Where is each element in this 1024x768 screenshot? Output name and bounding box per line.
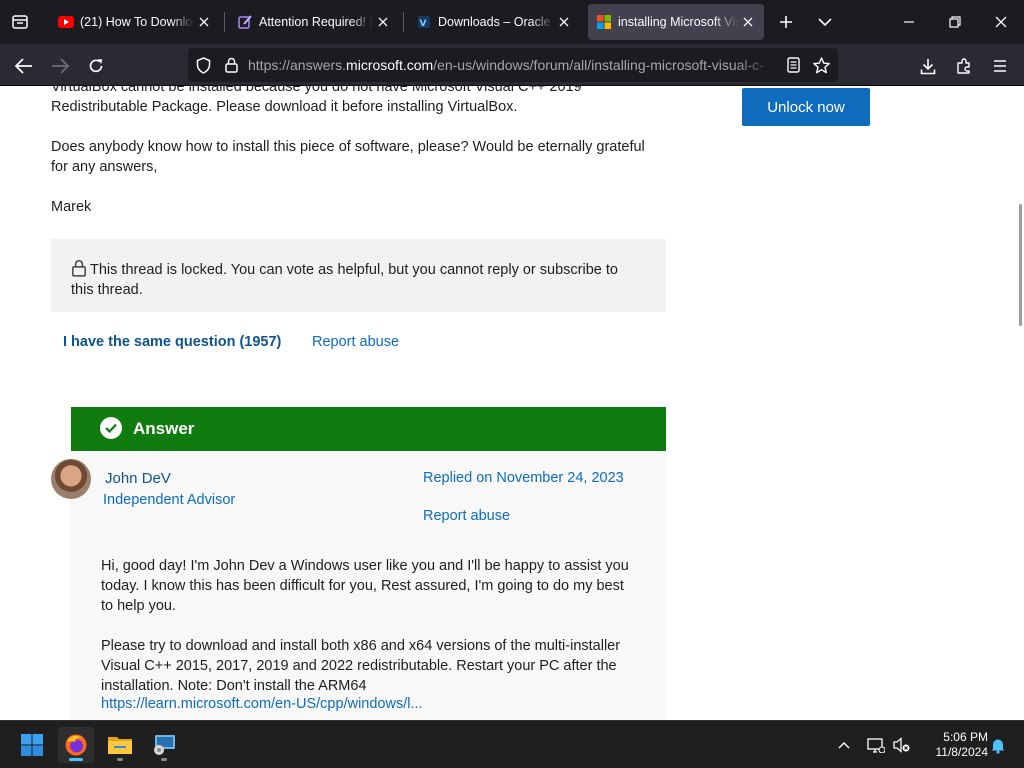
- clock-date: 11/8/2024: [935, 745, 989, 759]
- virtualbox-icon: V: [416, 14, 432, 30]
- back-arrow-icon[interactable]: [10, 52, 38, 80]
- tab-separator: [403, 12, 404, 32]
- tab-attention-required[interactable]: Attention Required! | C: [229, 4, 399, 40]
- close-icon[interactable]: [556, 14, 572, 30]
- replied-date: Replied on November 24, 2023: [423, 470, 624, 486]
- taskbar: 5:06 PM 11/8/2024: [0, 720, 1024, 768]
- question-paragraph: Does anybody know how to install this pi…: [51, 139, 645, 175]
- avatar[interactable]: [51, 459, 91, 499]
- author-role: Independent Advisor: [103, 492, 236, 508]
- reload-icon[interactable]: [82, 52, 110, 80]
- tab-youtube[interactable]: (21) How To Download: [50, 4, 220, 40]
- microsoft-icon: [596, 14, 612, 30]
- author-name-link[interactable]: John DeV: [105, 470, 171, 487]
- tab-separator: [224, 12, 225, 32]
- notification-bell-icon[interactable]: [986, 733, 1010, 757]
- tab-title: Downloads – Oracle Vir: [438, 15, 554, 29]
- virtualbox-installer-icon[interactable]: [146, 727, 182, 763]
- page-content: VirtualBox cannot be installed because y…: [0, 86, 1024, 720]
- tab-oracle-downloads[interactable]: V Downloads – Oracle Vir: [408, 4, 580, 40]
- tab-title: Attention Required! | C: [259, 15, 373, 29]
- reader-view-icon[interactable]: [784, 56, 802, 74]
- extensions-icon[interactable]: [950, 52, 978, 80]
- url-host: microsoft.com: [346, 57, 434, 73]
- navigation-toolbar: https://answers.microsoft.com/en-us/wind…: [0, 44, 1024, 86]
- start-icon[interactable]: [14, 727, 50, 763]
- question-paragraph: VirtualBox cannot be installed because y…: [51, 86, 582, 115]
- answer-paragraph: Hi, good day! I'm John Dev a Windows use…: [101, 558, 629, 614]
- restore-icon[interactable]: [941, 8, 969, 36]
- firefox-view-icon[interactable]: [8, 10, 32, 34]
- downloads-icon[interactable]: [914, 52, 942, 80]
- lock-icon[interactable]: [222, 56, 240, 74]
- shield-icon[interactable]: [194, 56, 212, 74]
- report-abuse-link[interactable]: Report abuse: [312, 334, 399, 350]
- tab-title: installing Microsoft Vis: [618, 15, 738, 29]
- vertical-scrollbar[interactable]: [1019, 204, 1022, 326]
- forward-arrow-icon: [46, 52, 74, 80]
- running-indicator: [161, 758, 167, 761]
- cloudflare-pen-icon: [237, 14, 253, 30]
- bookmark-star-icon[interactable]: [812, 56, 830, 74]
- question-signature: Marek: [51, 199, 92, 215]
- active-indicator: [69, 758, 83, 761]
- unlock-now-button[interactable]: Unlock now: [742, 88, 870, 126]
- locked-thread-notice: This thread is locked. You can vote as h…: [51, 239, 666, 312]
- close-window-icon[interactable]: [987, 8, 1015, 36]
- answer-label: Answer: [133, 419, 195, 438]
- network-icon[interactable]: [864, 733, 888, 757]
- chevron-down-icon[interactable]: [813, 10, 837, 34]
- running-indicator: [117, 758, 123, 761]
- url-prefix: https://answers.: [248, 57, 347, 73]
- locked-message: This thread is locked. You can vote as h…: [71, 262, 618, 298]
- report-abuse-link[interactable]: Report abuse: [423, 508, 510, 524]
- checkmark-icon: [100, 417, 122, 439]
- system-clock[interactable]: 5:06 PM 11/8/2024: [920, 730, 989, 760]
- url-path: /en-us/windows/forum/all/installing-micr…: [433, 57, 764, 73]
- volume-muted-icon[interactable]: [890, 733, 914, 757]
- youtube-icon: [58, 14, 74, 30]
- learn-microsoft-link[interactable]: https://learn.microsoft.com/en-US/cpp/wi…: [101, 696, 423, 712]
- tab-bar: (21) How To Download Attention Required!…: [0, 0, 1024, 44]
- minimize-icon[interactable]: [895, 8, 923, 36]
- tab-title: (21) How To Download: [80, 15, 194, 29]
- url-text[interactable]: https://answers.microsoft.com/en-us/wind…: [248, 57, 776, 73]
- answer-header: Answer: [71, 407, 666, 451]
- close-icon[interactable]: [740, 14, 756, 30]
- firefox-icon[interactable]: [58, 727, 94, 763]
- answer-paragraph: Please try to download and install both …: [101, 638, 621, 694]
- hamburger-menu-icon[interactable]: [986, 52, 1014, 80]
- close-icon[interactable]: [375, 14, 391, 30]
- tab-installing-microsoft[interactable]: installing Microsoft Vis: [588, 4, 764, 40]
- file-explorer-icon[interactable]: [102, 727, 138, 763]
- svg-text:V: V: [420, 19, 427, 29]
- same-question-link[interactable]: I have the same question (1957): [63, 334, 281, 350]
- address-bar[interactable]: https://answers.microsoft.com/en-us/wind…: [188, 48, 838, 82]
- close-icon[interactable]: [196, 14, 212, 30]
- clock-time: 5:06 PM: [943, 730, 988, 744]
- chevron-up-icon[interactable]: [832, 733, 856, 757]
- new-tab-icon[interactable]: [774, 10, 798, 34]
